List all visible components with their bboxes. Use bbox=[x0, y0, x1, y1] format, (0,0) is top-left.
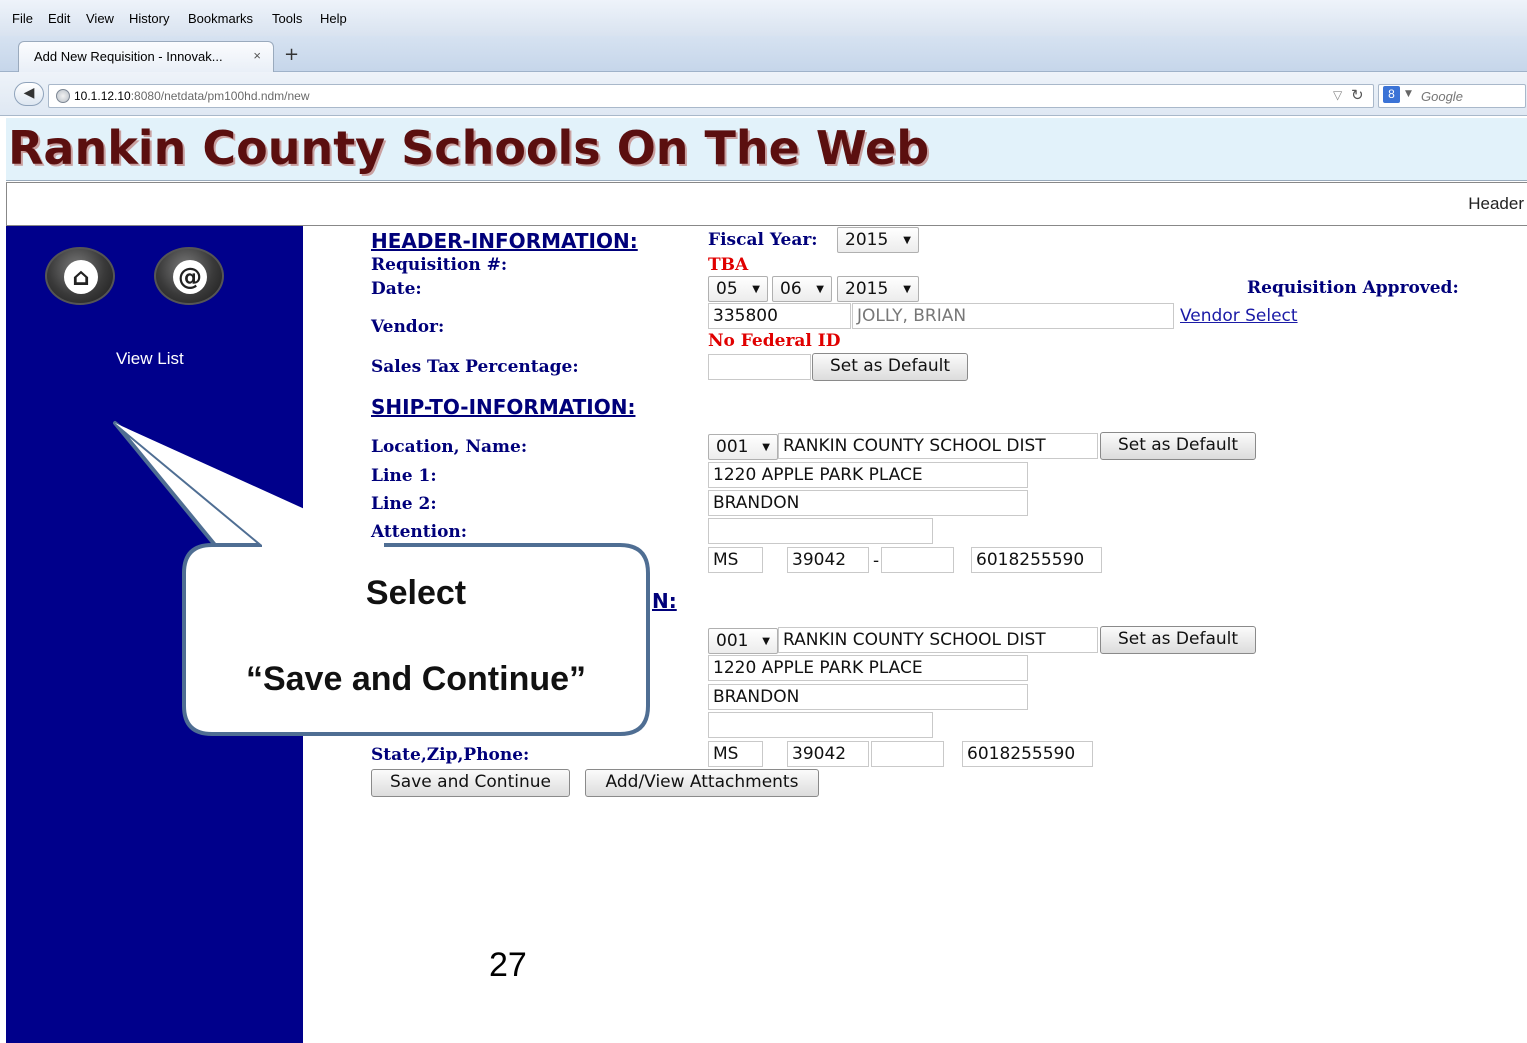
ship-zip-field[interactable]: 39042 bbox=[787, 547, 869, 573]
bill-phone-field[interactable]: 6018255590 bbox=[962, 741, 1093, 767]
site-title: Rankin County Schools On The Web bbox=[8, 121, 930, 175]
fiscal-year-label: Fiscal Year: bbox=[708, 230, 818, 250]
globe-icon bbox=[56, 89, 70, 103]
ship-line2-label: Line 2: bbox=[371, 494, 437, 514]
bill-name-field[interactable]: RANKIN COUNTY SCHOOL DIST bbox=[778, 627, 1098, 653]
ship-zip4-field[interactable] bbox=[881, 547, 954, 573]
chevron-down-icon: ▼ bbox=[903, 235, 911, 246]
requisition-approved-label: Requisition Approved: bbox=[1247, 278, 1459, 298]
ship-name-field[interactable]: RANKIN COUNTY SCHOOL DIST bbox=[778, 433, 1098, 459]
menu-history[interactable]: History bbox=[129, 11, 169, 26]
zip-separator: - bbox=[873, 551, 880, 571]
bill-zip-field[interactable]: 39042 bbox=[787, 741, 869, 767]
fiscal-year-select[interactable]: 2015 ▼ bbox=[837, 227, 919, 253]
bill-location-value: 001 bbox=[716, 631, 749, 651]
reload-icon[interactable]: ↻ bbox=[1351, 86, 1364, 104]
url-host: 10.1.12.10 bbox=[74, 89, 131, 103]
save-and-continue-button[interactable]: Save and Continue bbox=[371, 769, 570, 797]
ship-location-select[interactable]: 001 ▼ bbox=[708, 434, 778, 460]
email-at-icon[interactable]: @ bbox=[154, 247, 224, 305]
date-year-select[interactable]: 2015 ▼ bbox=[837, 276, 919, 302]
menu-bar: File Edit View History Bookmarks Tools H… bbox=[0, 0, 1527, 36]
ship-set-default-button[interactable]: Set as Default bbox=[1100, 432, 1256, 460]
ship-to-information-heading: SHIP-TO-INFORMATION: bbox=[371, 395, 636, 419]
ship-phone-field[interactable]: 6018255590 bbox=[971, 547, 1102, 573]
url-path: :8080/netdata/pm100hd.ndm/new bbox=[130, 89, 310, 103]
ship-location-value: 001 bbox=[716, 437, 749, 457]
date-day-value: 06 bbox=[780, 279, 802, 299]
ship-location-name-label: Location, Name: bbox=[371, 437, 528, 457]
date-label: Date: bbox=[371, 279, 422, 299]
new-tab-button[interactable]: + bbox=[284, 44, 299, 65]
callout-line-2: “Save and Continue” bbox=[245, 660, 587, 698]
bill-to-information-heading: N: bbox=[652, 589, 677, 613]
menu-bookmarks[interactable]: Bookmarks bbox=[188, 11, 253, 26]
home-glyph: ⌂ bbox=[64, 260, 98, 294]
back-button[interactable]: ◀ bbox=[14, 82, 44, 106]
slide-page-number: 27 bbox=[489, 946, 527, 984]
url-dropdown-icon[interactable]: ▽ bbox=[1333, 88, 1342, 102]
bill-set-default-button[interactable]: Set as Default bbox=[1100, 626, 1256, 654]
tab-title: Add New Requisition - Innovak... bbox=[34, 49, 223, 64]
bill-location-select[interactable]: 001 ▼ bbox=[708, 628, 778, 654]
vendor-id-field[interactable]: 335800 bbox=[708, 303, 851, 329]
tab-close-icon[interactable]: × bbox=[253, 48, 261, 63]
search-engine-icon[interactable]: 8 bbox=[1383, 86, 1400, 103]
bill-attention-field[interactable] bbox=[708, 712, 933, 738]
bill-zip4-field[interactable] bbox=[871, 741, 944, 767]
menu-edit[interactable]: Edit bbox=[48, 11, 70, 26]
bill-state-field[interactable]: MS bbox=[708, 741, 763, 767]
chevron-down-icon: ▼ bbox=[762, 442, 770, 453]
search-placeholder: Google bbox=[1421, 89, 1463, 104]
state-zip-phone-label: State,Zip,Phone: bbox=[371, 745, 530, 765]
url-text[interactable]: 10.1.12.10:8080/netdata/pm100hd.ndm/new bbox=[74, 89, 310, 103]
header-information-heading: HEADER-INFORMATION: bbox=[371, 229, 638, 253]
callout-line-1: Select bbox=[365, 574, 467, 612]
date-day-select[interactable]: 06 ▼ bbox=[772, 276, 832, 302]
ship-state-field[interactable]: MS bbox=[708, 547, 763, 573]
no-federal-id-warning: No Federal ID bbox=[708, 331, 841, 351]
fiscal-year-value: 2015 bbox=[845, 230, 889, 250]
date-month-value: 05 bbox=[716, 279, 738, 299]
view-list-link[interactable]: View List bbox=[116, 349, 184, 369]
search-engine-dropdown-icon[interactable]: ▼ bbox=[1405, 89, 1412, 99]
header-strip-label: Header bbox=[1468, 194, 1524, 213]
home-icon[interactable]: ⌂ bbox=[45, 247, 115, 305]
menu-view[interactable]: View bbox=[86, 11, 114, 26]
vendor-select-link[interactable]: Vendor Select bbox=[1180, 306, 1298, 326]
ship-line1-label: Line 1: bbox=[371, 466, 437, 486]
chevron-down-icon: ▼ bbox=[816, 284, 824, 295]
ship-line2-field[interactable]: BRANDON bbox=[708, 490, 1028, 516]
header-strip bbox=[6, 182, 1527, 226]
ship-line1-field[interactable]: 1220 APPLE PARK PLACE bbox=[708, 462, 1028, 488]
sales-tax-field[interactable] bbox=[708, 354, 811, 380]
sales-tax-set-default-button[interactable]: Set as Default bbox=[812, 353, 968, 381]
bill-line2-field[interactable]: BRANDON bbox=[708, 684, 1028, 710]
requisition-number-value: TBA bbox=[708, 255, 749, 275]
vendor-name-field: JOLLY, BRIAN bbox=[852, 303, 1174, 329]
ship-attention-label: Attention: bbox=[371, 522, 468, 542]
menu-file[interactable]: File bbox=[12, 11, 33, 26]
chevron-down-icon: ▼ bbox=[903, 284, 911, 295]
chevron-down-icon: ▼ bbox=[762, 636, 770, 647]
back-arrow-icon: ◀ bbox=[23, 85, 35, 101]
sales-tax-label: Sales Tax Percentage: bbox=[371, 357, 579, 377]
vendor-label: Vendor: bbox=[371, 317, 445, 337]
requisition-number-label: Requisition #: bbox=[371, 255, 508, 275]
at-glyph: @ bbox=[173, 260, 207, 294]
add-view-attachments-button[interactable]: Add/View Attachments bbox=[585, 769, 819, 797]
date-year-value: 2015 bbox=[845, 279, 889, 299]
date-month-select[interactable]: 05 ▼ bbox=[708, 276, 768, 302]
ship-attention-field[interactable] bbox=[708, 518, 933, 544]
bill-line1-field[interactable]: 1220 APPLE PARK PLACE bbox=[708, 655, 1028, 681]
chevron-down-icon: ▼ bbox=[752, 284, 760, 295]
menu-tools[interactable]: Tools bbox=[272, 11, 302, 26]
browser-tab[interactable]: Add New Requisition - Innovak... × bbox=[18, 41, 274, 72]
menu-help[interactable]: Help bbox=[320, 11, 347, 26]
